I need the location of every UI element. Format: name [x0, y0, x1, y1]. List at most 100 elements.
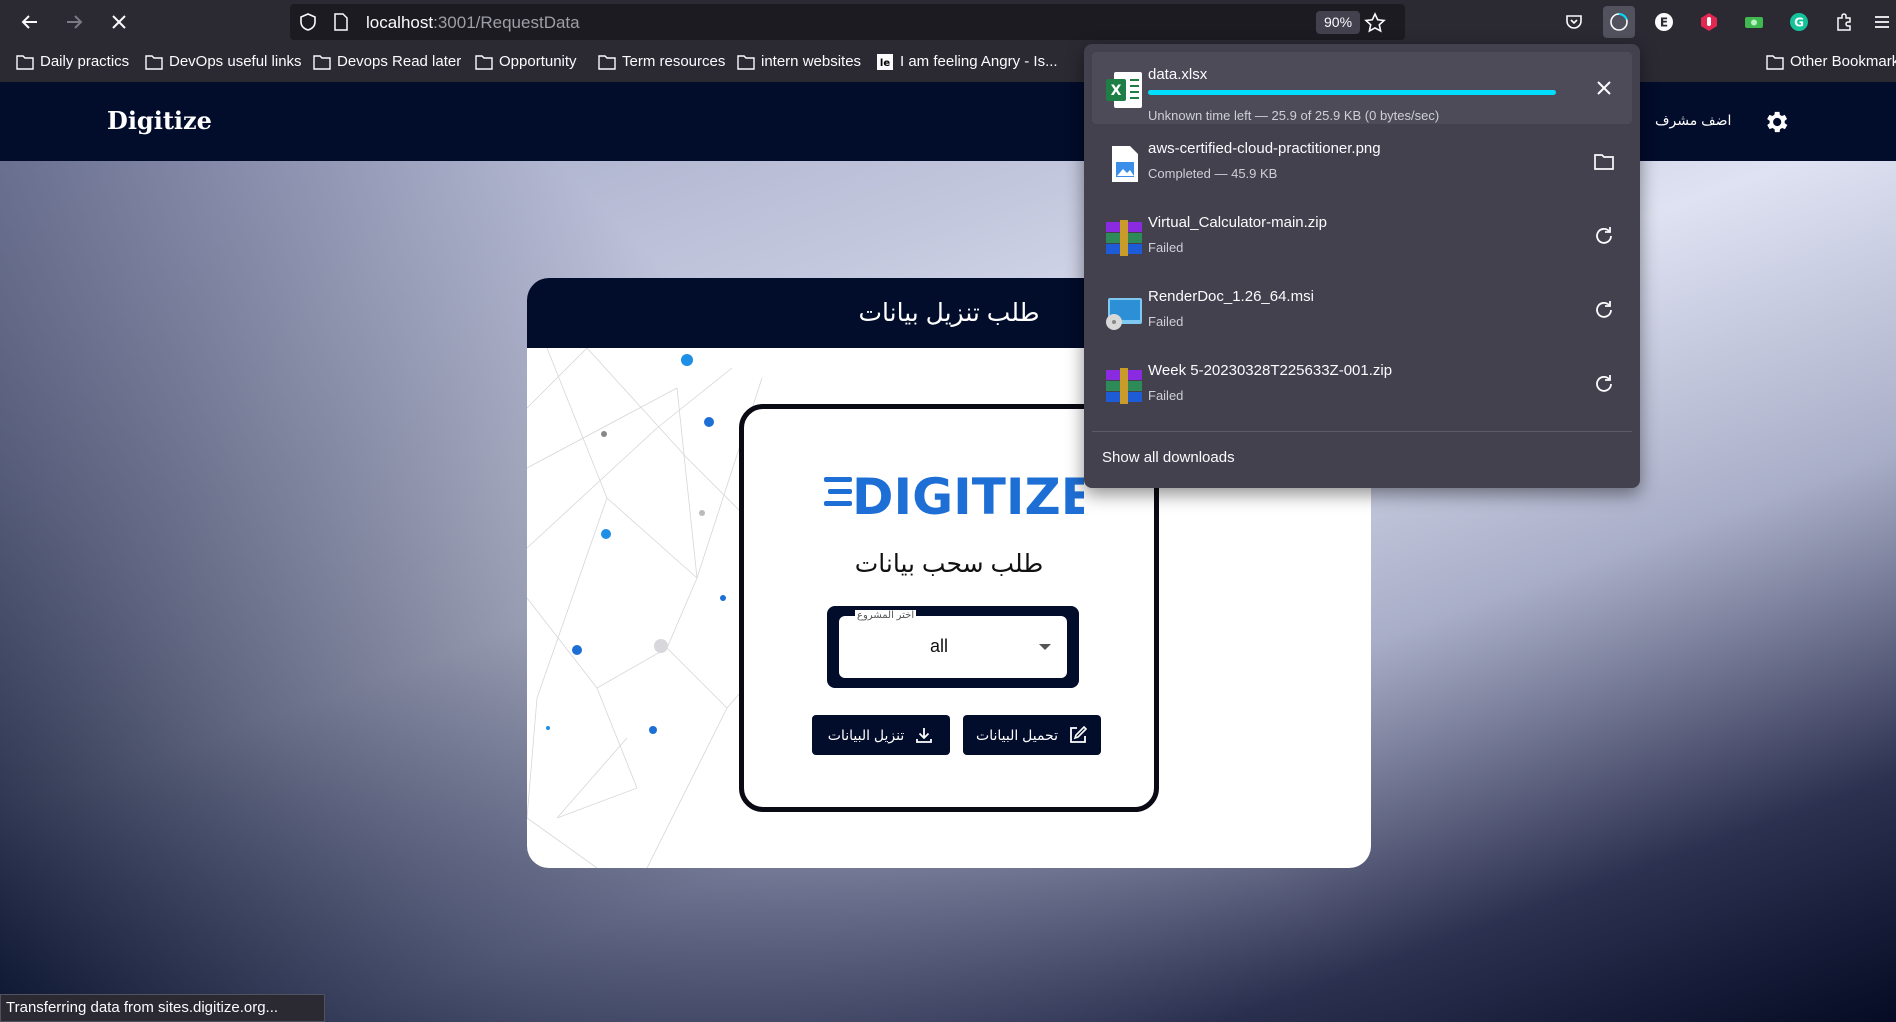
download-filename: data.xlsx: [1148, 66, 1208, 83]
network-node: [720, 595, 726, 601]
download-status: Failed: [1148, 314, 1184, 329]
download-item[interactable]: Virtual_Calculator-main.zip Failed: [1092, 200, 1632, 272]
extension-e-icon: E: [1655, 13, 1673, 31]
svg-text:X: X: [1111, 83, 1122, 99]
bookmark-folder[interactable]: Daily practics: [16, 53, 129, 70]
image-file-icon: [1112, 146, 1138, 182]
download-icon: [916, 728, 933, 743]
brand-logo[interactable]: Digitize: [107, 106, 212, 135]
upload-data-button[interactable]: تحميل البيانات: [963, 715, 1101, 755]
network-node: [601, 431, 607, 437]
arrow-left-icon: [21, 15, 37, 29]
folder-icon[interactable]: [1592, 150, 1616, 174]
hand-stop-icon: [1701, 13, 1717, 31]
zoom-indicator[interactable]: 90%: [1316, 11, 1361, 34]
network-node: [654, 639, 668, 653]
stop-button[interactable]: [103, 6, 135, 38]
download-item[interactable]: RenderDoc_1.26_64.msi Failed: [1092, 274, 1632, 346]
menu-button[interactable]: [1870, 6, 1894, 38]
url-bar[interactable]: localhost:3001/RequestData 90%: [290, 4, 1405, 40]
svg-text:le: le: [880, 58, 890, 69]
divider: [1092, 431, 1632, 432]
gear-icon[interactable]: [1762, 108, 1790, 136]
add-admin-link[interactable]: اضف مشرف: [1655, 112, 1731, 129]
download-filename: Week 5-20230328T225633Z-001.zip: [1148, 362, 1393, 379]
bookmark-label: Other Bookmark: [1790, 53, 1896, 70]
extensions-button[interactable]: [1828, 6, 1860, 38]
bookmark-folder[interactable]: DevOps useful links: [145, 53, 302, 70]
network-node: [681, 354, 693, 366]
shield-icon[interactable]: [298, 12, 318, 32]
project-select-container: اختر المشروع all: [827, 606, 1079, 688]
url-text[interactable]: localhost:3001/RequestData: [366, 13, 580, 33]
network-node: [572, 645, 582, 655]
download-item[interactable]: aws-certified-cloud-practitioner.png Com…: [1092, 126, 1632, 198]
bookmark-folder[interactable]: Opportunity: [475, 53, 577, 70]
bookmark-folder[interactable]: Other Bookmark: [1766, 53, 1896, 70]
url-host: localhost: [366, 13, 434, 32]
site-favicon-icon: le: [877, 53, 893, 70]
bookmark-folder[interactable]: intern websites: [737, 53, 861, 70]
folder-icon: [475, 54, 493, 70]
folder-icon: [598, 54, 616, 70]
svg-text:E: E: [1660, 16, 1668, 30]
extension-stop-button[interactable]: [1693, 6, 1725, 38]
network-node: [546, 726, 550, 730]
close-icon: [112, 15, 126, 29]
status-bar: Transferring data from sites.digitize.or…: [0, 994, 326, 1022]
download-filename: RenderDoc_1.26_64.msi: [1148, 288, 1314, 305]
folder-icon: [145, 54, 163, 70]
bookmark-star-icon[interactable]: [1364, 12, 1386, 34]
bookmark-label: Devops Read later: [337, 53, 462, 70]
grammarly-icon: G: [1790, 13, 1808, 31]
arrow-right-icon: [67, 15, 83, 29]
folder-icon: [16, 54, 34, 70]
download-progress-fill: [1148, 90, 1556, 95]
download-data-label: تنزيل البيانات: [827, 726, 905, 743]
dropdown-arrow-icon[interactable]: [1039, 644, 1051, 650]
grammarly-button[interactable]: G: [1783, 6, 1815, 38]
svg-text:G: G: [1794, 16, 1804, 30]
winrar-archive-icon: [1106, 220, 1142, 256]
pocket-button[interactable]: [1558, 6, 1590, 38]
network-node: [649, 726, 657, 734]
upload-data-label: تحميل البيانات: [976, 726, 1058, 743]
retry-icon[interactable]: [1592, 224, 1616, 248]
network-node: [699, 510, 705, 516]
edit-icon: [1070, 725, 1088, 743]
bookmark-folder[interactable]: Devops Read later: [313, 53, 461, 70]
download-item[interactable]: Week 5-20230328T225633Z-001.zip Failed: [1092, 348, 1632, 420]
hamburger-icon: [1875, 16, 1889, 28]
retry-icon[interactable]: [1592, 298, 1616, 322]
download-data-button[interactable]: تنزيل البيانات: [812, 715, 950, 755]
folder-icon: [1766, 54, 1784, 70]
installer-file-icon: [1106, 298, 1142, 330]
url-path: :3001/RequestData: [433, 13, 580, 32]
project-select[interactable]: اختر المشروع all: [839, 610, 1067, 678]
show-all-downloads-link[interactable]: Show all downloads: [1102, 449, 1235, 466]
download-progress-bar: [1148, 90, 1556, 95]
extension-money-button[interactable]: [1738, 6, 1770, 38]
download-status: Failed: [1148, 240, 1184, 255]
retry-icon[interactable]: [1592, 372, 1616, 396]
winrar-archive-icon: [1106, 368, 1142, 404]
network-node: [704, 417, 714, 427]
logo-text: DIGITIZE: [852, 468, 1084, 521]
download-item[interactable]: X data.xlsx Unknown time left — 25.9 of …: [1092, 52, 1632, 124]
page-icon[interactable]: [332, 13, 350, 31]
form-subtitle: طلب سحب بيانات: [854, 550, 1044, 578]
excel-file-icon: X: [1106, 72, 1142, 108]
close-icon[interactable]: [1592, 76, 1616, 100]
extension-e-button[interactable]: E: [1648, 6, 1680, 38]
project-select-value: all: [929, 636, 948, 656]
bookmark-label: DevOps useful links: [169, 53, 302, 70]
back-button[interactable]: [14, 6, 46, 38]
bookmark-label: Term resources: [622, 53, 726, 70]
bookmark-link[interactable]: le I am feeling Angry - Is...: [876, 53, 1058, 70]
download-progress-icon: [1610, 13, 1628, 31]
bookmark-label: Daily practics: [40, 53, 130, 70]
bookmark-folder[interactable]: Term resources: [598, 53, 725, 70]
project-select-label: اختر المشروع: [855, 610, 917, 621]
downloads-button[interactable]: [1603, 6, 1635, 38]
forward-button[interactable]: [58, 6, 90, 38]
